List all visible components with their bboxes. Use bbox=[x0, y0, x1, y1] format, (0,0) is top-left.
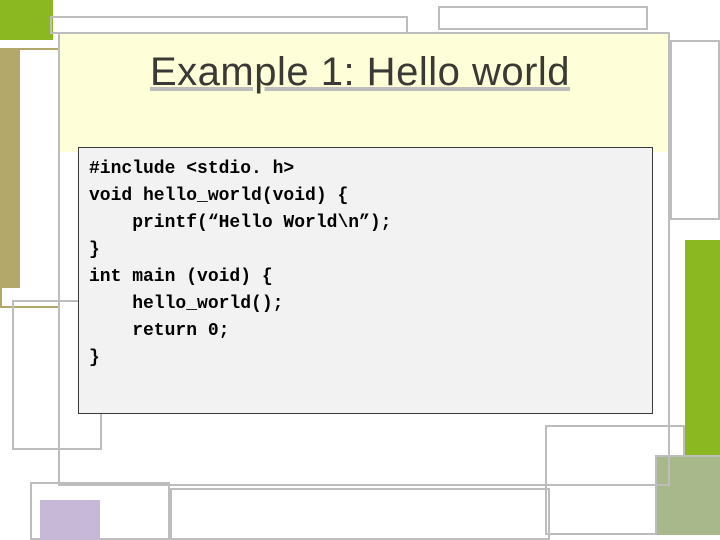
code-box: #include <stdio. h> void hello_world(voi… bbox=[78, 147, 653, 414]
code-line: return 0; bbox=[89, 318, 642, 345]
code-line: printf(“Hello World\n”); bbox=[89, 210, 642, 237]
code-line: #include <stdio. h> bbox=[89, 156, 642, 183]
deco-bottom-border bbox=[170, 488, 550, 540]
deco-top-left-green bbox=[0, 0, 53, 40]
code-line: int main (void) { bbox=[89, 264, 642, 291]
code-line: void hello_world(void) { bbox=[89, 183, 642, 210]
code-line: hello_world(); bbox=[89, 291, 642, 318]
slide-title: Example 1: Hello world bbox=[0, 50, 720, 95]
deco-bottom-lavender bbox=[40, 500, 100, 540]
code-line: } bbox=[89, 345, 642, 372]
code-line: } bbox=[89, 237, 642, 264]
deco-top-border-2 bbox=[438, 6, 648, 30]
deco-right-green bbox=[685, 240, 720, 455]
